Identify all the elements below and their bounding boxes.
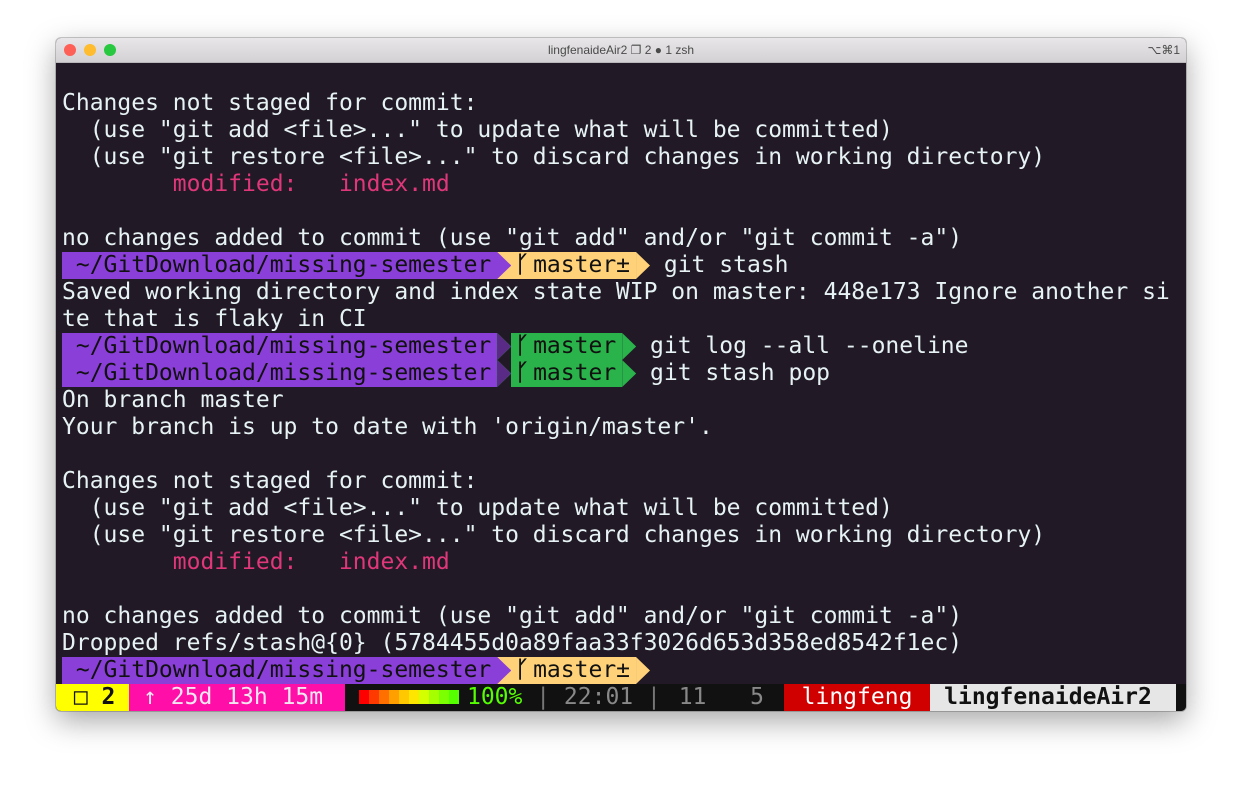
battery-meter [345, 684, 467, 711]
user-name: lingfeng [783, 684, 931, 711]
line-text: te that is flaky in CI [62, 306, 367, 332]
load-1: 11 [678, 684, 707, 710]
window-title: lingfenaideAir2 ❐ 2 ● 1 zsh [547, 43, 695, 57]
line-text: Your branch is up to date with 'origin/m… [62, 414, 713, 440]
terminal-line: te that is flaky in CI [62, 306, 1186, 333]
separator: | [633, 684, 675, 710]
prompt-end-arrow-icon [636, 657, 651, 684]
terminal-line: (use "git add <file>..." to update what … [62, 117, 1186, 144]
session-indicator[interactable]: □ 2 [56, 684, 130, 711]
terminal-line: Your branch is up to date with 'origin/m… [62, 414, 1186, 441]
clock: 22:01 [563, 684, 634, 710]
line-text: Saved working directory and index state … [62, 279, 1170, 305]
load-2: 5 [722, 684, 778, 710]
terminal-line: ~/GitDownload/missing-semester ᚴ master± [62, 657, 1186, 684]
prompt-branch: master± [533, 657, 637, 684]
uptime: ↑ 25d 13h 15m [129, 684, 345, 711]
line-text: no changes added to commit (use "git add… [62, 225, 963, 251]
line-text: (use "git add <file>..." to update what … [62, 495, 893, 521]
terminal-line: no changes added to commit (use "git add… [62, 225, 1186, 252]
battery-block [408, 690, 419, 704]
battery-block [438, 690, 449, 704]
prompt-branch: master± [533, 252, 637, 279]
shortcut-label: ⌥⌘1 [1147, 43, 1180, 57]
line-text: Dropped refs/stash@{0} (5784455d0a89faa3… [62, 630, 963, 656]
branch-icon: ᚴ [511, 333, 534, 360]
prompt-separator-icon [497, 333, 512, 360]
battery-block [398, 690, 409, 704]
prompt-branch: master [533, 360, 623, 387]
line-text: (use "git restore <file>..." to discard … [62, 522, 1046, 548]
battery-block [378, 690, 389, 704]
prompt-directory: ~/GitDownload/missing-semester [62, 252, 498, 279]
prompt-directory: ~/GitDownload/missing-semester [62, 360, 498, 387]
modified-file: index.md [338, 171, 450, 197]
line-text: (use "git add <file>..." to update what … [62, 117, 893, 143]
prompt-command: git stash pop [636, 360, 831, 386]
prompt-branch: master [533, 333, 623, 360]
line-text: On branch master [62, 387, 284, 413]
separator: | [522, 684, 564, 710]
host-name: lingfenaideAir2 [930, 684, 1176, 711]
modified-file: index.md [338, 549, 450, 575]
terminal-line: modified: index.md [62, 171, 1186, 198]
terminal-line: (use "git restore <file>..." to discard … [62, 522, 1186, 549]
prompt-directory: ~/GitDownload/missing-semester [62, 657, 498, 684]
branch-icon: ᚴ [511, 360, 534, 387]
branch-icon: ᚴ [511, 252, 534, 279]
prompt-directory: ~/GitDownload/missing-semester [62, 333, 498, 360]
line-text: (use "git restore <file>..." to discard … [62, 144, 1046, 170]
modified-label: modified: [62, 549, 339, 575]
prompt-separator-icon [497, 657, 512, 684]
terminal-window: lingfenaideAir2 ❐ 2 ● 1 zsh ⌥⌘1 Changes … [56, 38, 1186, 711]
prompt-separator-icon [497, 360, 512, 387]
title-bar: lingfenaideAir2 ❐ 2 ● 1 zsh ⌥⌘1 [56, 38, 1186, 63]
modified-label: modified: [62, 171, 339, 197]
battery-block [428, 690, 439, 704]
terminal-line: Changes not staged for commit: [62, 468, 1186, 495]
terminal-line: On branch master [62, 387, 1186, 414]
terminal-line: Dropped refs/stash@{0} (5784455d0a89faa3… [62, 630, 1186, 657]
line-text: Changes not staged for commit: [62, 468, 478, 494]
prompt-end-arrow-icon [636, 252, 651, 279]
prompt-end-arrow-icon [622, 333, 637, 360]
terminal-line: ~/GitDownload/missing-semester ᚴ master gi… [62, 333, 1186, 360]
terminal-line: Changes not staged for commit: [62, 90, 1186, 117]
prompt-command: git stash [650, 252, 789, 278]
line-text: no changes added to commit (use "git add… [62, 603, 963, 629]
terminal-line: ~/GitDownload/missing-semester ᚴ master gi… [62, 360, 1186, 387]
battery-block [418, 690, 429, 704]
branch-icon: ᚴ [511, 657, 534, 684]
terminal-output[interactable]: Changes not staged for commit: (use "git… [62, 63, 1186, 684]
terminal-line: modified: index.md [62, 549, 1186, 576]
line-text: Changes not staged for commit: [62, 90, 478, 116]
battery-block [368, 690, 379, 704]
terminal-line: no changes added to commit (use "git add… [62, 603, 1186, 630]
prompt-command: git log --all --oneline [636, 333, 969, 359]
terminal-line: (use "git restore <file>..." to discard … [62, 144, 1186, 171]
terminal-line: ~/GitDownload/missing-semester ᚴ master± g… [62, 252, 1186, 279]
battery-block [358, 690, 369, 704]
battery-block [448, 690, 459, 704]
battery-percent: 100% [466, 684, 523, 710]
battery-block [388, 690, 399, 704]
terminal-line: Saved working directory and index state … [62, 279, 1186, 306]
prompt-separator-icon [497, 252, 512, 279]
tmux-status-bar: □ 2 ↑ 25d 13h 15m 100% | 22:01 | 11 5 li… [56, 684, 1186, 711]
terminal-line: (use "git add <file>..." to update what … [62, 495, 1186, 522]
prompt-end-arrow-icon [622, 360, 637, 387]
